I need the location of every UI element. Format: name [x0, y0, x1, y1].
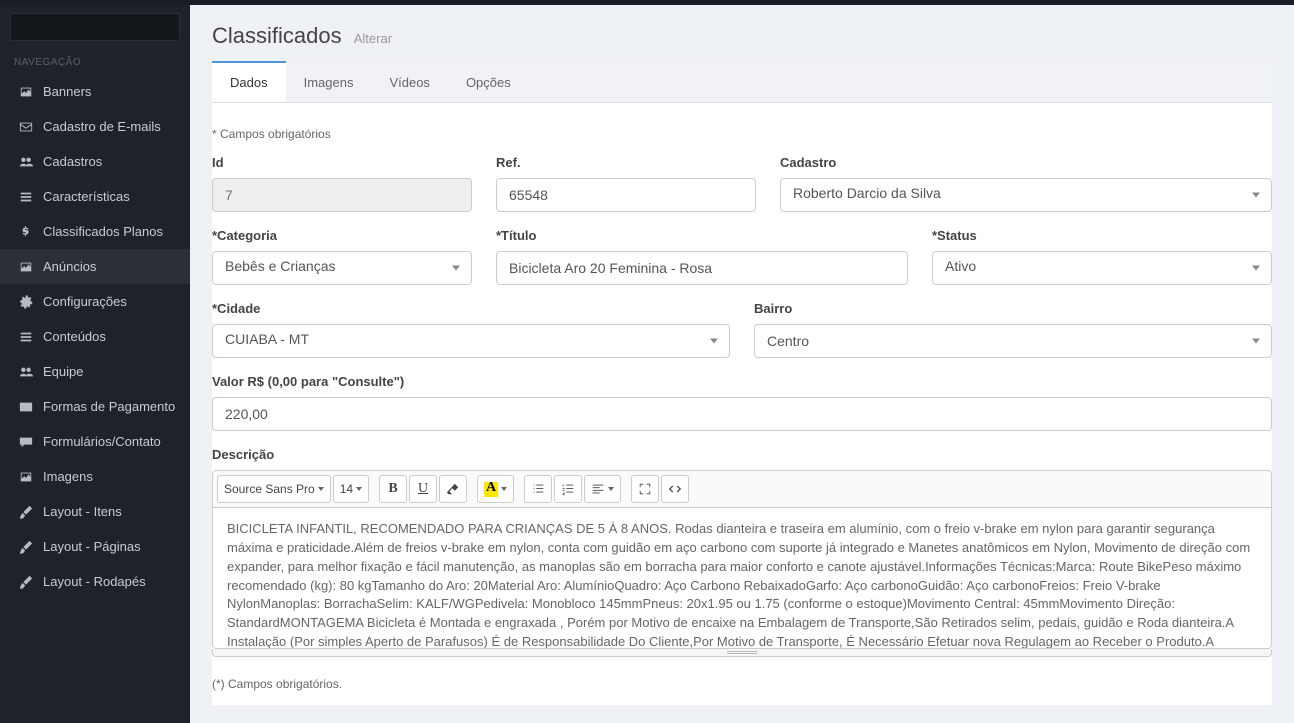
footer-mandatory-note: (*) Campos obrigatórios.	[212, 677, 1272, 691]
sidebar: NAVEGAÇÃO Banners Cadastro de E-mails Cada…	[0, 5, 190, 723]
sidebar-item-label: Formulários/Contato	[43, 434, 161, 449]
descricao-label: Descrição	[212, 447, 1272, 462]
sidebar-item-formas-de-pagamento[interactable]: Formas de Pagamento	[0, 389, 190, 424]
tab-imagens[interactable]: Imagens	[286, 61, 372, 102]
bold-button[interactable]: B	[379, 475, 407, 503]
cidade-label: *Cidade	[212, 301, 730, 316]
sidebar-item-layout-p-ginas[interactable]: Layout - Páginas	[0, 529, 190, 564]
valor-input[interactable]	[212, 397, 1272, 431]
sidebar-item-label: Equipe	[43, 364, 83, 379]
sidebar-item-label: Cadastro de E-mails	[43, 119, 161, 134]
code-view-button[interactable]	[661, 475, 689, 503]
sidebar-item-layout-itens[interactable]: Layout - Itens	[0, 494, 190, 529]
sidebar-item-label: Layout - Itens	[43, 504, 122, 519]
sidebar-item-label: Formas de Pagamento	[43, 399, 175, 414]
sidebar-item-caracter-sticas[interactable]: Características	[0, 179, 190, 214]
dollar-icon	[17, 225, 35, 239]
users-icon	[17, 365, 35, 379]
font-color-button[interactable]: A	[477, 475, 514, 503]
envelope-icon	[17, 120, 35, 134]
ref-label: Ref.	[496, 155, 756, 170]
sidebar-item-cadastro-de-e-mails[interactable]: Cadastro de E-mails	[0, 109, 190, 144]
id-label: Id	[212, 155, 472, 170]
brush-icon	[17, 540, 35, 554]
mandatory-note: * Campos obrigatórios	[212, 127, 1272, 141]
sidebar-item-label: Anúncios	[43, 259, 96, 274]
sidebar-item-imagens[interactable]: Imagens	[0, 459, 190, 494]
tab-opções[interactable]: Opções	[448, 61, 529, 102]
sidebar-item-layout-rodap-s[interactable]: Layout - Rodapés	[0, 564, 190, 599]
cidade-select[interactable]: CUIABA - MT	[212, 324, 730, 358]
underline-button[interactable]: U	[409, 475, 437, 503]
nav-header: NAVEGAÇÃO	[0, 47, 190, 74]
sidebar-item-label: Características	[43, 189, 130, 204]
cadastro-select[interactable]: Roberto Darcio da Silva	[780, 178, 1272, 212]
paragraph-button[interactable]	[584, 475, 621, 503]
sidebar-item-label: Configurações	[43, 294, 127, 309]
sidebar-item-label: Imagens	[43, 469, 93, 484]
sidebar-item-label: Cadastros	[43, 154, 102, 169]
page-title: Classificados Alterar	[212, 23, 1272, 49]
users-icon	[17, 155, 35, 169]
comment-icon	[17, 435, 35, 449]
main-content: Classificados Alterar DadosImagensVídeos…	[190, 5, 1294, 723]
bairro-label: Bairro	[754, 301, 1272, 316]
font-size-select[interactable]: 14	[333, 475, 369, 503]
images-icon	[17, 85, 35, 99]
unordered-list-button[interactable]	[524, 475, 552, 503]
sidebar-item-conte-dos[interactable]: Conteúdos	[0, 319, 190, 354]
sidebar-item-formul-rios-contato[interactable]: Formulários/Contato	[0, 424, 190, 459]
brush-icon	[17, 505, 35, 519]
titulo-input[interactable]	[496, 251, 908, 285]
sidebar-item-configura-es[interactable]: Configurações	[0, 284, 190, 319]
status-select[interactable]: Ativo	[932, 251, 1272, 285]
tab-content: * Campos obrigatórios Id Ref. Cadastro R…	[212, 103, 1272, 705]
tab-vídeos[interactable]: Vídeos	[371, 61, 447, 102]
sidebar-item-an-ncios[interactable]: Anúncios	[0, 249, 190, 284]
sidebar-item-banners[interactable]: Banners	[0, 74, 190, 109]
list-icon	[17, 330, 35, 344]
editor-body[interactable]: BICICLETA INFANTIL, RECOMENDADO PARA CRI…	[213, 508, 1271, 648]
images-icon	[17, 260, 35, 274]
sidebar-item-cadastros[interactable]: Cadastros	[0, 144, 190, 179]
sidebar-item-equipe[interactable]: Equipe	[0, 354, 190, 389]
sidebar-search-input[interactable]	[10, 13, 180, 41]
cogs-icon	[17, 295, 35, 309]
page-title-text: Classificados	[212, 23, 342, 48]
brush-icon	[17, 575, 35, 589]
cadastro-label: Cadastro	[780, 155, 1272, 170]
sidebar-item-label: Classificados Planos	[43, 224, 163, 239]
font-family-select[interactable]: Source Sans Pro	[217, 475, 331, 503]
titulo-label: *Título	[496, 228, 908, 243]
clear-format-button[interactable]	[439, 475, 467, 503]
images-icon	[17, 470, 35, 484]
sidebar-item-label: Layout - Rodapés	[43, 574, 146, 589]
ref-input[interactable]	[496, 178, 756, 212]
fullscreen-button[interactable]	[631, 475, 659, 503]
credit-icon	[17, 400, 35, 414]
ordered-list-button[interactable]	[554, 475, 582, 503]
sidebar-item-label: Conteúdos	[43, 329, 106, 344]
status-label: *Status	[932, 228, 1272, 243]
page-subtitle: Alterar	[354, 31, 392, 46]
editor-toolbar: Source Sans Pro 14 B U A	[212, 470, 1272, 507]
sidebar-item-label: Layout - Páginas	[43, 539, 141, 554]
valor-label: Valor R$ (0,00 para "Consulte")	[212, 374, 1272, 389]
editor-resize-handle[interactable]	[212, 649, 1272, 657]
categoria-label: *Categoria	[212, 228, 472, 243]
bairro-select[interactable]: Centro	[754, 324, 1272, 358]
sidebar-item-classificados-planos[interactable]: Classificados Planos	[0, 214, 190, 249]
id-input	[212, 178, 472, 212]
list-icon	[17, 190, 35, 204]
categoria-select[interactable]: Bebês e Crianças	[212, 251, 472, 285]
sidebar-item-label: Banners	[43, 84, 91, 99]
tabs: DadosImagensVídeosOpções	[212, 61, 1272, 103]
tab-dados[interactable]: Dados	[212, 61, 286, 102]
